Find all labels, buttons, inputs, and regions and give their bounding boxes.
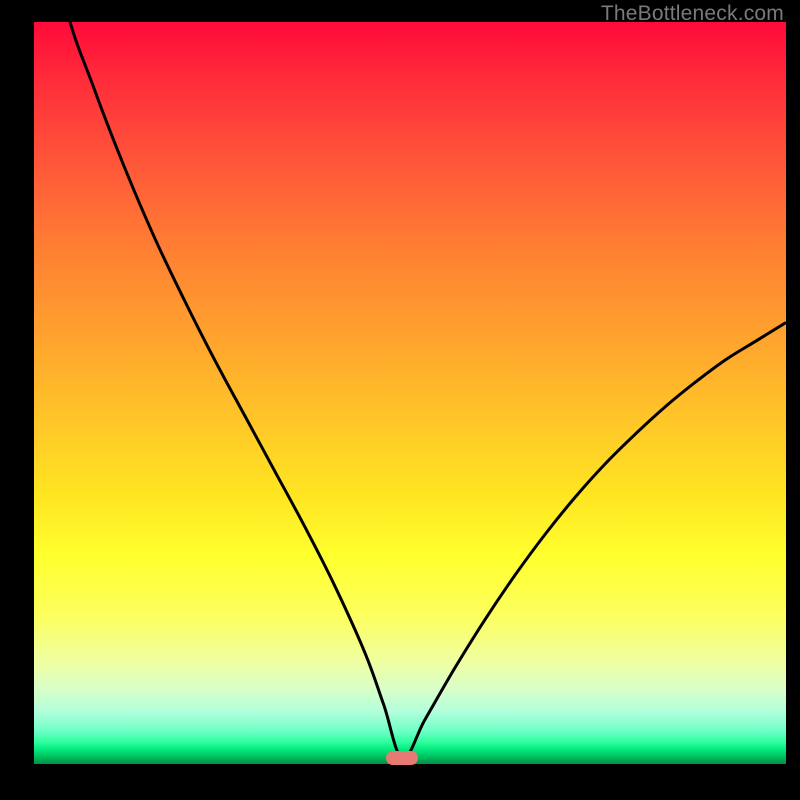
chart-frame: TheBottleneck.com (0, 0, 800, 800)
optimal-marker (386, 751, 418, 765)
plot-area (34, 22, 786, 764)
curve-path (34, 22, 786, 758)
bottleneck-curve (34, 22, 786, 764)
watermark-text: TheBottleneck.com (601, 2, 784, 26)
